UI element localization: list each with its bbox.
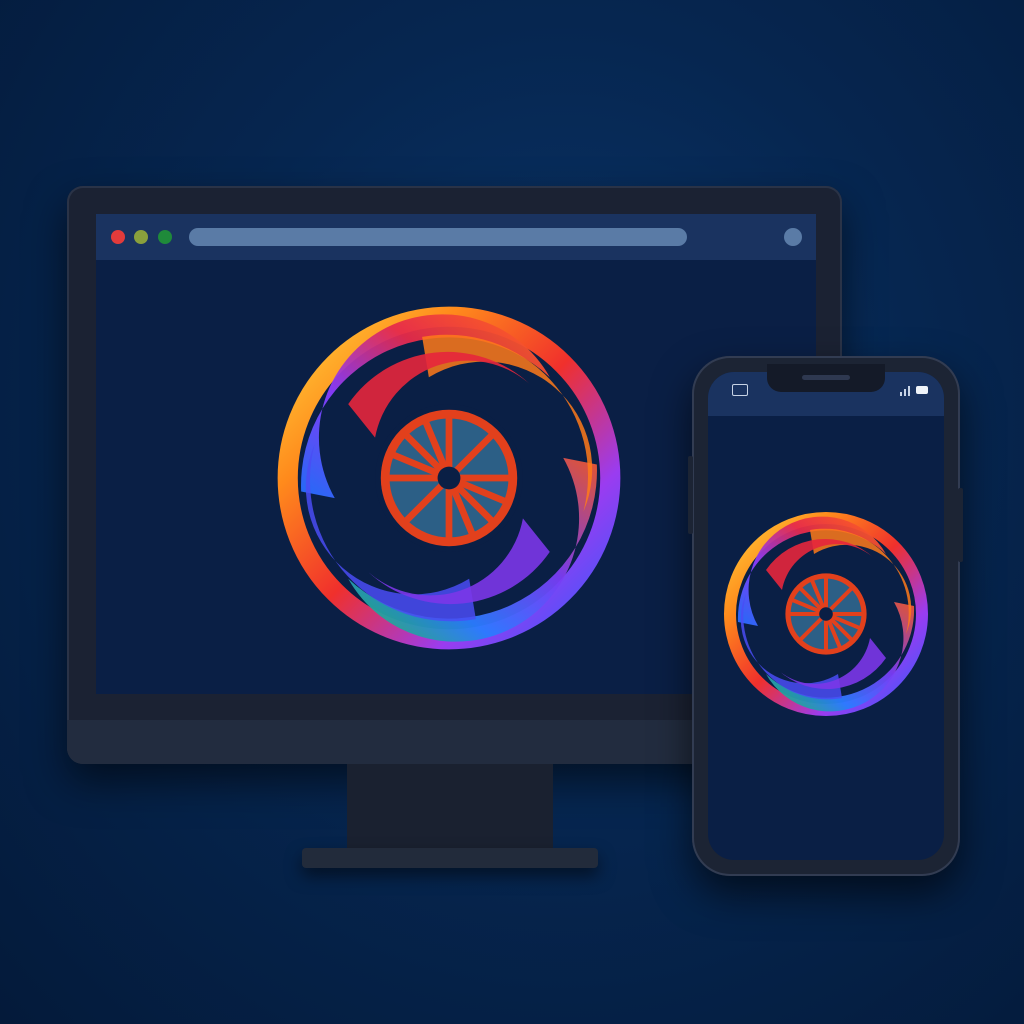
close-window-button[interactable]: [111, 230, 125, 244]
phone-speaker: [802, 375, 850, 380]
phone-power-button: [958, 488, 963, 562]
address-bar[interactable]: [189, 228, 687, 246]
minimize-window-button[interactable]: [134, 230, 148, 244]
swirl-wheel-logo: [724, 512, 928, 716]
camera-icon: [732, 384, 748, 396]
phone-side-button: [688, 456, 693, 534]
signal-icon: [900, 386, 910, 396]
monitor-stand-base: [302, 848, 598, 868]
browser-toolbar: [96, 214, 816, 260]
maximize-window-button[interactable]: [158, 230, 172, 244]
battery-icon: [916, 386, 928, 394]
swirl-wheel-logo: [277, 306, 621, 650]
monitor-stand-neck: [347, 764, 553, 852]
phone-screen: [708, 372, 944, 860]
profile-icon[interactable]: [784, 228, 802, 246]
